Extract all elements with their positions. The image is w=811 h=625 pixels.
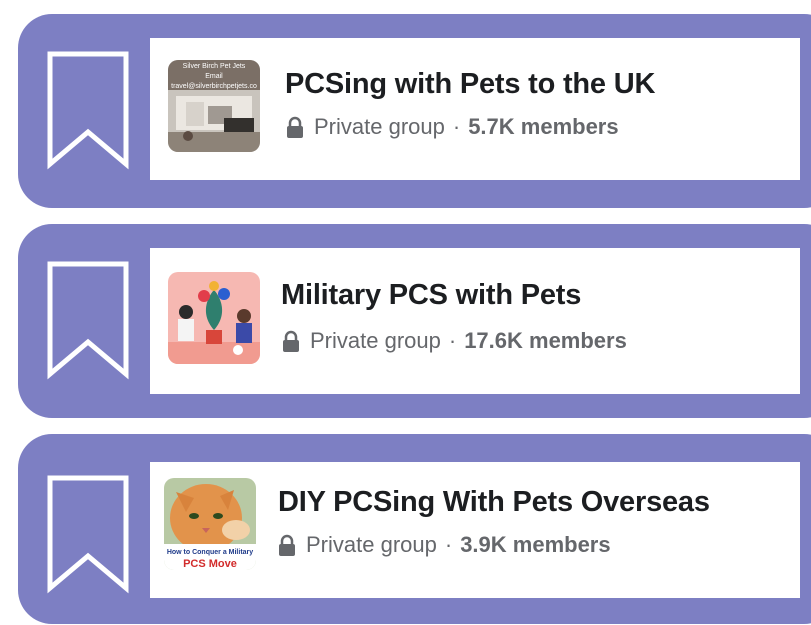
group-meta: Private group · 5.7K members	[286, 114, 619, 140]
group-privacy: Private group	[310, 328, 441, 353]
lock-icon	[279, 534, 295, 556]
lock-icon	[283, 330, 299, 352]
group-meta: Private group · 3.9K members	[278, 532, 611, 558]
group-member-count: 3.9K members	[460, 532, 611, 557]
saved-group-card[interactable]: Silver Birch Pet Jets Email travel@silve…	[18, 14, 811, 208]
bookmark-icon[interactable]	[46, 50, 130, 170]
thumbnail-caption: PCS Move	[183, 558, 237, 570]
group-thumbnail[interactable]: Silver Birch Pet Jets Email travel@silve…	[168, 60, 260, 152]
meta-separator: ·	[448, 328, 457, 353]
group-thumbnail[interactable]: How to Conquer a Military PCS Move	[164, 478, 256, 570]
group-privacy: Private group	[314, 114, 445, 139]
group-privacy: Private group	[306, 532, 437, 557]
group-meta: Private group · 17.6K members	[282, 328, 627, 354]
meta-separator: ·	[452, 114, 461, 139]
group-title[interactable]: Military PCS with Pets	[281, 279, 581, 312]
group-info-panel[interactable]: Silver Birch Pet Jets Email travel@silve…	[150, 38, 800, 180]
group-member-count: 5.7K members	[468, 114, 619, 139]
lock-icon	[287, 116, 303, 138]
saved-group-card[interactable]: How to Conquer a Military PCS Move DIY P…	[18, 434, 811, 624]
bookmark-icon[interactable]	[46, 260, 130, 380]
thumbnail-caption: How to Conquer a Military	[166, 549, 254, 556]
bookmark-icon[interactable]	[46, 474, 130, 594]
thumbnail-caption: Silver Birch Pet Jets	[182, 63, 246, 70]
group-info-panel[interactable]: Military PCS with Pets Private group · 1…	[150, 248, 800, 394]
group-title[interactable]: PCSing with Pets to the UK	[285, 68, 655, 101]
group-title[interactable]: DIY PCSing With Pets Overseas	[278, 486, 710, 519]
saved-group-card[interactable]: Military PCS with Pets Private group · 1…	[18, 224, 811, 418]
group-info-panel[interactable]: How to Conquer a Military PCS Move DIY P…	[150, 462, 800, 598]
thumbnail-caption: travel@silverbirchpetjets.co	[171, 83, 257, 90]
meta-separator: ·	[444, 532, 453, 557]
group-member-count: 17.6K members	[464, 328, 627, 353]
saved-groups-list: Silver Birch Pet Jets Email travel@silve…	[0, 0, 811, 625]
thumbnail-caption: Email	[205, 73, 223, 80]
group-thumbnail[interactable]	[168, 272, 260, 364]
